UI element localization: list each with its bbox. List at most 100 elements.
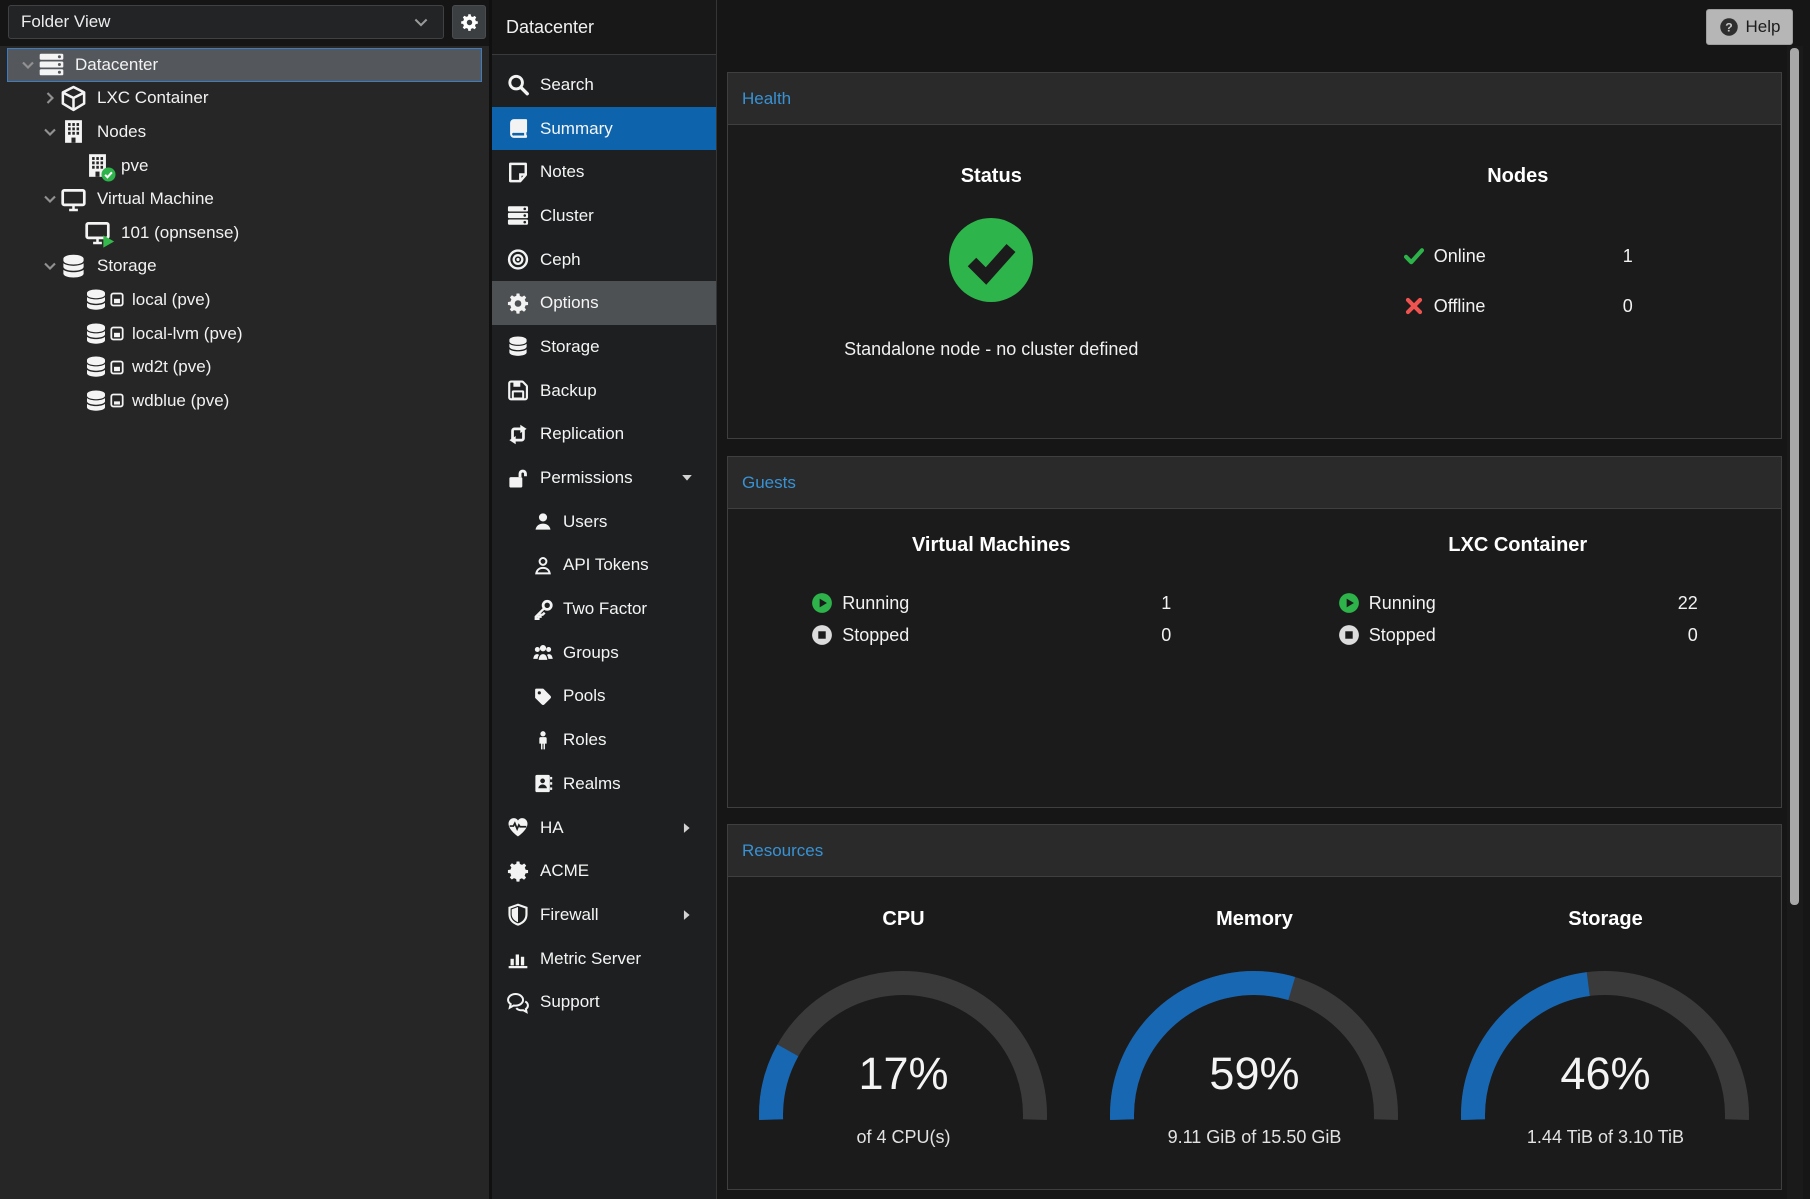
tree-item-label: Nodes (97, 122, 146, 142)
help-button-label: Help (1746, 17, 1781, 37)
gear-icon (460, 13, 479, 32)
menu-item-pools[interactable]: Pools (492, 675, 716, 719)
menu-item-label: Options (540, 293, 599, 313)
desktop-icon (84, 219, 111, 246)
tree-settings-button[interactable] (452, 5, 486, 39)
status-value: 1 (1623, 246, 1633, 267)
help-button[interactable]: ? Help (1706, 9, 1793, 45)
server-icon (38, 51, 65, 78)
menu-item-label: ACME (540, 861, 589, 881)
resource-gauge-cpu: CPU17%of 4 CPU(s) (728, 877, 1079, 1189)
play-circle-icon (1338, 592, 1360, 614)
chevron-down-icon[interactable] (40, 256, 60, 276)
tree-item-storage[interactable]: Storage (7, 250, 482, 284)
tree-item-virtual-machine[interactable]: Virtual Machine (7, 182, 482, 216)
node-status-row-online: Online1 (1403, 231, 1633, 281)
gauge-arc: 46% (1459, 968, 1751, 1136)
tree-item-datacenter[interactable]: Datacenter (7, 48, 482, 82)
tree-item-label: 101 (opnsense) (121, 223, 239, 243)
menu-item-permissions[interactable]: Permissions (492, 456, 716, 500)
resource-gauge-memory: Memory59%9.11 GiB of 15.50 GiB (1079, 877, 1430, 1189)
tree-item-local-pve[interactable]: local (pve) (7, 283, 482, 317)
desktop-icon (60, 186, 87, 213)
menu-item-acme[interactable]: ACME (492, 849, 716, 893)
menu-item-notes[interactable]: Notes (492, 150, 716, 194)
menu-item-label: API Tokens (563, 555, 649, 575)
menu-item-label: Backup (540, 381, 597, 401)
check-badge-icon (101, 167, 116, 182)
scrollbar-thumb[interactable] (1790, 48, 1799, 905)
tree-item-label: Storage (97, 256, 157, 276)
building-icon (60, 118, 87, 145)
guests-column-virtual-machines: Virtual MachinesRunning1Stopped0 (728, 509, 1255, 807)
menu-item-users[interactable]: Users (492, 500, 716, 544)
menu-item-search[interactable]: Search (492, 63, 716, 107)
tree-item-lxc-container[interactable]: LXC Container (7, 82, 482, 116)
resources-panel-title: Resources (728, 825, 1781, 877)
tree-item-label: wdblue (pve) (132, 391, 229, 411)
menu-item-groups[interactable]: Groups (492, 631, 716, 675)
menu-item-support[interactable]: Support (492, 980, 716, 1024)
key-icon (532, 599, 554, 620)
chevron-right-icon[interactable] (40, 88, 60, 108)
tree-toolbar: Folder View (0, 0, 489, 46)
building-icon (84, 152, 111, 179)
play-circle-icon (811, 592, 833, 614)
page-title: Datacenter (492, 0, 716, 55)
menu-item-metric-server[interactable]: Metric Server (492, 937, 716, 981)
gauge-arc: 17% (757, 968, 1049, 1136)
tree-item-local-lvm-pve[interactable]: local-lvm (pve) (7, 317, 482, 351)
menu-item-storage[interactable]: Storage (492, 325, 716, 369)
database-icon (84, 389, 108, 413)
database-icon (505, 335, 531, 358)
chevron-down-icon[interactable] (18, 55, 38, 75)
menu-item-ceph[interactable]: Ceph (492, 238, 716, 282)
view-selector-value: Folder View (21, 12, 110, 32)
menu-item-ha[interactable]: HA (492, 806, 716, 850)
guest-status-row-stopped: Stopped0 (811, 619, 1171, 651)
guests-panel-title: Guests (728, 457, 1781, 509)
tree-item-pve[interactable]: pve (7, 149, 482, 183)
menu-item-label: Metric Server (540, 949, 641, 969)
check-icon (1403, 245, 1425, 267)
tree-item-wdblue-pve[interactable]: wdblue (pve) (7, 384, 482, 418)
guests-column-lxc-container: LXC ContainerRunning22Stopped0 (1255, 509, 1782, 807)
database-icon (84, 288, 108, 312)
tree-item-nodes[interactable]: Nodes (7, 115, 482, 149)
status-label: Stopped (842, 625, 909, 646)
server-icon (505, 204, 531, 227)
menu-item-two-factor[interactable]: Two Factor (492, 587, 716, 631)
status-value: 0 (1688, 625, 1698, 646)
menu-item-label: Two Factor (563, 599, 647, 619)
menu-item-replication[interactable]: Replication (492, 413, 716, 457)
menu-item-cluster[interactable]: Cluster (492, 194, 716, 238)
heartbeat-icon (505, 816, 531, 839)
chevron-down-icon[interactable] (40, 189, 60, 209)
menu-item-options[interactable]: Options (492, 281, 716, 325)
guests-panel: Guests Virtual MachinesRunning1Stopped0L… (727, 456, 1782, 808)
users-icon (532, 642, 554, 663)
resource-tree: DatacenterLXC Container Nodes pveVirtual M… (0, 48, 489, 418)
menu-item-summary[interactable]: Summary (492, 107, 716, 151)
menu-item-api-tokens[interactable]: API Tokens (492, 544, 716, 588)
cluster-status-message: Standalone node - no cluster defined (728, 339, 1255, 360)
vertical-scrollbar (1787, 46, 1803, 1199)
guests-column-heading: Virtual Machines (728, 534, 1255, 557)
disk-usage-icon (110, 357, 124, 378)
menu-item-realms[interactable]: Realms (492, 762, 716, 806)
menu-item-roles[interactable]: Roles (492, 718, 716, 762)
status-value: 1 (1161, 593, 1171, 614)
chevron-down-icon[interactable] (40, 122, 60, 142)
view-selector[interactable]: Folder View (8, 5, 444, 39)
menu-item-firewall[interactable]: Firewall (492, 893, 716, 937)
guest-status-row-running: Running22 (1338, 587, 1698, 619)
tree-item-wd2t-pve[interactable]: wd2t (pve) (7, 350, 482, 384)
tree-item-101-opnsense[interactable]: 101 (opnsense) (7, 216, 482, 250)
tree-item-label: local-lvm (pve) (132, 324, 243, 344)
menu-item-backup[interactable]: Backup (492, 369, 716, 413)
node-status-row-offline: Offline0 (1403, 281, 1633, 331)
gauge-percent: 46% (1459, 1046, 1751, 1102)
database-icon (84, 355, 108, 379)
gauge-detail: 9.11 GiB of 15.50 GiB (1079, 1127, 1430, 1148)
book-icon (505, 117, 531, 140)
